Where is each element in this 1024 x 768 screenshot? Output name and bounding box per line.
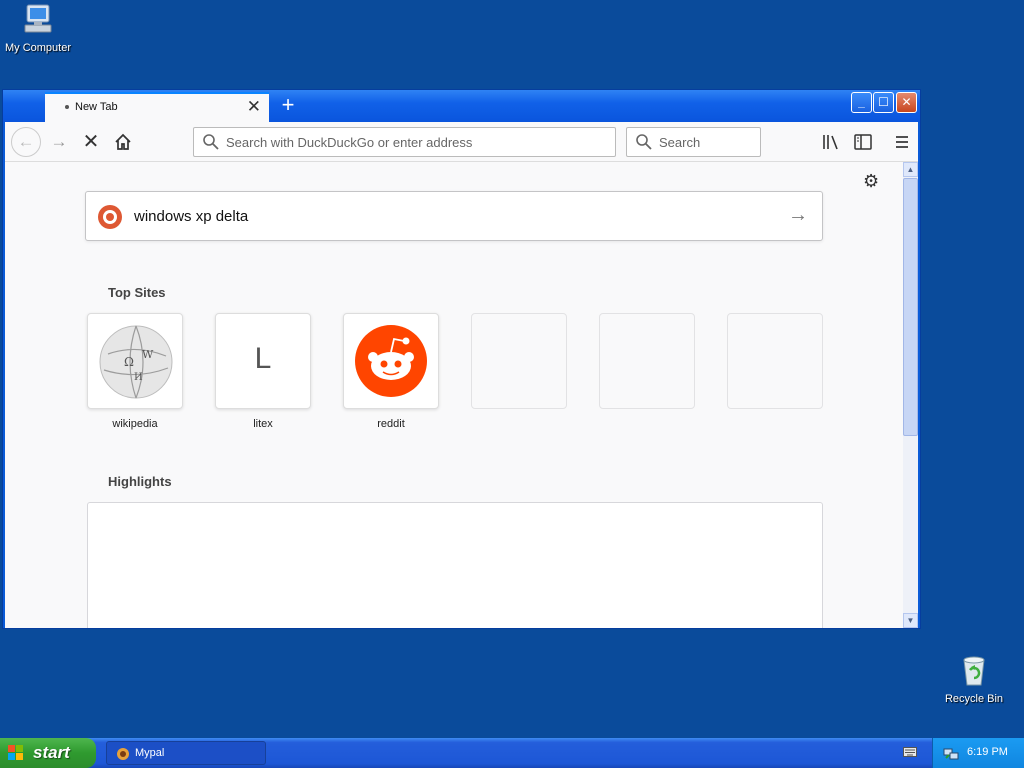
highlights-heading: Highlights [108, 474, 172, 489]
system-tray: 6:19 PM [932, 738, 1024, 768]
top-site-empty-slot [471, 313, 567, 409]
hamburger-icon [896, 136, 908, 148]
minimize-button[interactable]: _ [851, 92, 872, 113]
tab-new-tab[interactable]: New Tab ✕ [45, 92, 269, 122]
network-icon[interactable] [943, 745, 959, 761]
tab-favicon-dot [65, 105, 69, 109]
start-label: start [33, 743, 70, 762]
vertical-scrollbar[interactable]: ▲ ▼ [903, 162, 918, 628]
new-tab-page: ⚙ windows xp delta → Top Sites Ω W И wik… [5, 162, 903, 628]
top-site-empty-slot [599, 313, 695, 409]
wikipedia-logo-icon: Ω W И [99, 325, 173, 399]
recycle-bin-label: Recycle Bin [944, 693, 1004, 705]
address-bar[interactable]: Search with DuckDuckGo or enter address [193, 127, 616, 157]
back-button[interactable]: ← [11, 127, 41, 157]
svg-text:Ω: Ω [124, 355, 134, 369]
scrollbar-thumb[interactable] [903, 178, 918, 436]
gear-icon[interactable]: ⚙ [863, 171, 879, 192]
taskbar-item-mypal[interactable]: Mypal [106, 741, 266, 765]
my-computer-label: My Computer [4, 42, 72, 54]
home-icon [115, 133, 131, 150]
top-site-wikipedia[interactable]: Ω W И [87, 313, 183, 409]
tab-close-icon[interactable]: ✕ [247, 97, 261, 117]
forward-button[interactable]: → [45, 128, 73, 156]
highlights-panel [87, 502, 823, 628]
scroll-down-icon[interactable]: ▼ [903, 613, 918, 628]
tab-bar: New Tab ✕ + _ ☐ ✕ [3, 90, 920, 122]
start-button[interactable]: start [0, 738, 96, 768]
search-bar-placeholder: Search [659, 135, 701, 150]
top-site-label: wikipedia [112, 418, 158, 430]
arrow-right-icon[interactable]: → [788, 204, 808, 227]
sidebar-icon [854, 134, 872, 150]
svg-text:И: И [134, 372, 143, 383]
browser-window: New Tab ✕ + _ ☐ ✕ ← → ✕ Search with Duck… [2, 89, 921, 629]
stop-loading-button[interactable]: ✕ [77, 128, 105, 156]
taskbar-item-label: Mypal [135, 747, 165, 759]
keyboard-icon[interactable] [903, 746, 917, 758]
windows-flag-icon [8, 745, 23, 760]
close-window-button[interactable]: ✕ [896, 92, 917, 113]
tab-title: New Tab [75, 101, 118, 113]
computer-icon [0, 2, 78, 39]
recycle-bin-desktop-icon[interactable]: Recycle Bin [934, 655, 1014, 705]
maximize-button[interactable]: ☐ [873, 92, 894, 113]
top-site-empty-slot [727, 313, 823, 409]
sidebar-toggle-button[interactable] [849, 128, 877, 156]
new-tab-button[interactable]: + [275, 91, 301, 119]
taskbar: start Mypal 6:19 PM [0, 738, 1024, 768]
page-search-box[interactable]: windows xp delta → [85, 191, 823, 241]
home-button[interactable] [109, 128, 137, 156]
library-button[interactable] [817, 128, 845, 156]
svg-text:W: W [142, 348, 154, 361]
scroll-up-icon[interactable]: ▲ [903, 162, 918, 177]
top-site-label: litex [253, 418, 273, 430]
duckduckgo-icon [98, 205, 122, 229]
site-letter: L [254, 342, 272, 375]
my-computer-desktop-icon[interactable]: My Computer [0, 2, 78, 54]
search-icon [636, 134, 652, 150]
top-site-label: reddit [377, 418, 405, 430]
recycle-bin-icon [934, 655, 1014, 690]
library-icon [823, 135, 838, 150]
reddit-logo-icon [355, 325, 427, 397]
search-icon [203, 134, 219, 150]
clock: 6:19 PM [967, 746, 1008, 758]
top-site-reddit[interactable] [343, 313, 439, 409]
mypal-app-icon [117, 748, 129, 760]
top-sites-heading: Top Sites [108, 285, 166, 300]
menu-button[interactable] [888, 128, 916, 156]
search-bar[interactable]: Search [626, 127, 761, 157]
navigation-toolbar: ← → ✕ Search with DuckDuckGo or enter ad… [5, 122, 918, 162]
page-search-value: windows xp delta [134, 208, 249, 225]
address-bar-placeholder: Search with DuckDuckGo or enter address [226, 135, 473, 150]
top-site-litex[interactable]: L [215, 313, 311, 409]
